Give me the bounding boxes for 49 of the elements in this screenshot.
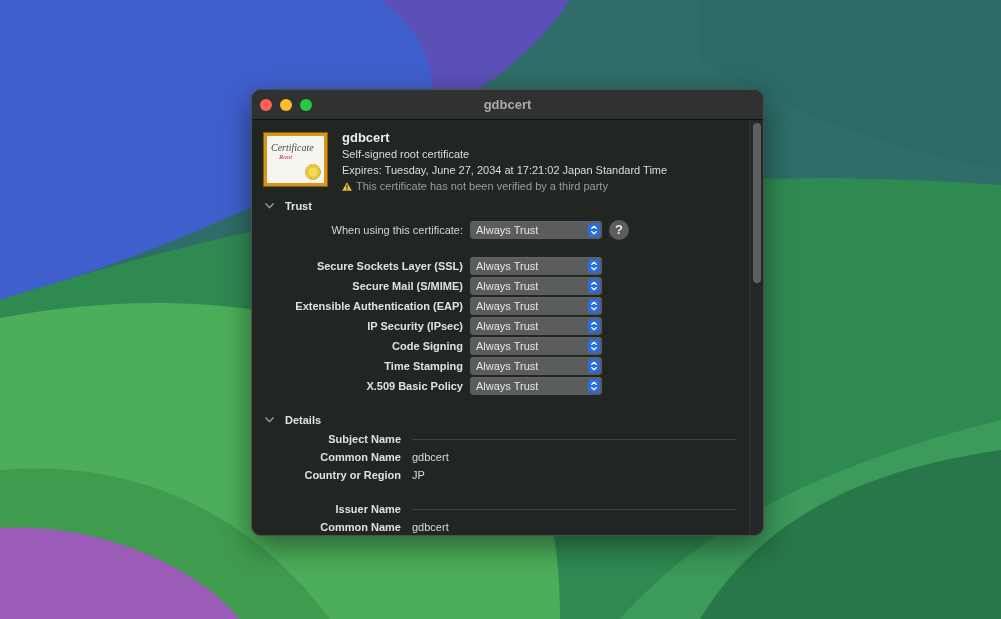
- expiry-date: Expires: Tuesday, June 27, 2034 at 17:21:02 Japan Standard Time: [342, 163, 668, 178]
- help-button[interactable]: ?: [609, 220, 629, 240]
- policy-label: IP Security (IPsec): [366, 318, 463, 334]
- trust-select[interactable]: Always Trust: [470, 357, 602, 375]
- trust-select[interactable]: Always Trust: [470, 377, 602, 395]
- close-icon[interactable]: [260, 98, 272, 111]
- policy-label: X.509 Basic Policy: [365, 378, 463, 394]
- stepper-icon: [588, 359, 600, 373]
- warning-icon: [342, 181, 352, 191]
- field-label: Common Name: [319, 519, 401, 535]
- trust-select[interactable]: Always Trust: [470, 297, 602, 315]
- field-label: Country or Region: [303, 467, 401, 483]
- trust-select[interactable]: Always Trust: [470, 277, 602, 295]
- field-value: JP: [412, 467, 425, 483]
- stepper-icon: [588, 279, 600, 293]
- policy-label: Secure Sockets Layer (SSL): [315, 258, 463, 274]
- chevron-icon[interactable]: [265, 417, 274, 423]
- field-label: Common Name: [319, 449, 401, 465]
- stepper-icon: [588, 259, 600, 273]
- certificate-name: gdbcert: [342, 130, 391, 146]
- field-label: When using this certificate:: [330, 222, 463, 238]
- policy-label: Time Stamping: [383, 358, 463, 374]
- group-title: Issuer Name: [334, 501, 401, 517]
- minimize-icon[interactable]: [280, 98, 292, 111]
- window-title: gdbcert: [483, 95, 532, 114]
- group-title: Subject Name: [327, 431, 401, 447]
- section-title: Trust: [285, 198, 312, 214]
- seal-icon: [305, 164, 321, 180]
- scrollbar-thumb[interactable]: [752, 123, 761, 283]
- certificate-description: Self-signed root certificate: [342, 147, 471, 162]
- certificate-script-text: Certificate: [271, 142, 314, 153]
- policy-label: Secure Mail (S/MIME): [351, 278, 463, 294]
- chevron-icon[interactable]: [265, 203, 274, 209]
- stepper-icon: [588, 319, 600, 333]
- section-title: Details: [285, 412, 322, 428]
- trust-select[interactable]: Always Trust: [470, 317, 602, 335]
- stepper-icon: [588, 339, 600, 353]
- policy-label: Extensible Authentication (EAP): [294, 298, 463, 314]
- trust-select[interactable]: Always Trust: [470, 257, 602, 275]
- field-value: gdbcert: [412, 519, 449, 535]
- stepper-icon: [588, 299, 600, 313]
- zoom-icon[interactable]: [300, 98, 312, 111]
- trust-select[interactable]: Always Trust: [470, 221, 602, 239]
- stepper-icon: [588, 223, 600, 237]
- trust-select[interactable]: Always Trust: [470, 337, 602, 355]
- stepper-icon: [588, 379, 600, 393]
- warning-text: This certificate has not been verified by a third party: [356, 179, 608, 194]
- field-value: gdbcert: [412, 449, 449, 465]
- policy-label: Code Signing: [391, 338, 463, 354]
